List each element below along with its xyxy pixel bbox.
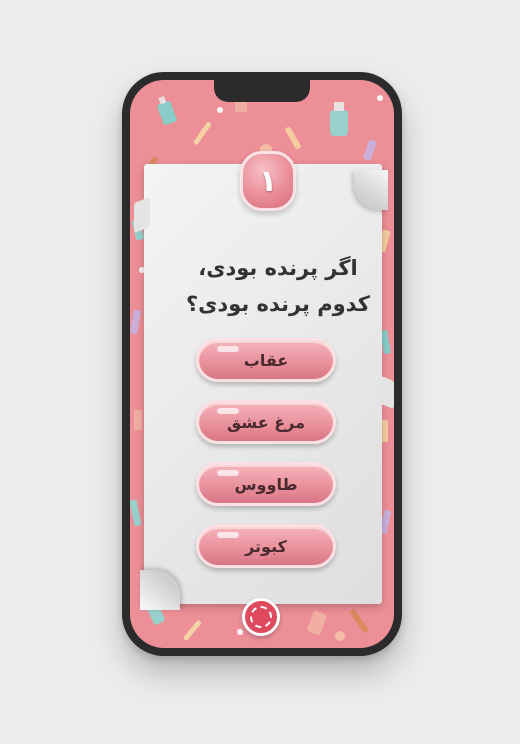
- stage: ۱ اگر پرنده بودی، کدوم پرنده بودی؟ عقاب …: [0, 0, 520, 744]
- card-curl-bottom-left: [140, 570, 180, 610]
- card-tab-right: [378, 375, 394, 409]
- answer-label: عقاب: [243, 350, 289, 370]
- button-shine: [217, 470, 239, 476]
- answer-label: طاووس: [234, 474, 298, 494]
- button-shine: [217, 346, 239, 352]
- answer-button-pigeon[interactable]: کبوتر: [196, 524, 336, 568]
- answer-label: مرغ عشق: [227, 412, 305, 432]
- question-text: اگر پرنده بودی، کدوم پرنده بودی؟: [170, 250, 386, 322]
- phone-frame: ۱ اگر پرنده بودی، کدوم پرنده بودی؟ عقاب …: [122, 72, 402, 656]
- card-tab-left: [134, 197, 150, 233]
- app-screen: ۱ اگر پرنده بودی، کدوم پرنده بودی؟ عقاب …: [130, 80, 394, 648]
- question-number-badge: ۱: [240, 151, 296, 211]
- question-line-2: کدوم پرنده بودی؟: [185, 292, 371, 316]
- phone-notch: [214, 80, 310, 102]
- question-number: ۱: [258, 163, 278, 199]
- brand-logo-mark: [250, 606, 272, 628]
- button-shine: [217, 408, 239, 414]
- brand-logo-icon: [242, 598, 280, 636]
- card-curl-top-right: [354, 170, 388, 210]
- question-line-1: اگر پرنده بودی،: [198, 256, 358, 280]
- answer-button-lovebird[interactable]: مرغ عشق: [196, 400, 336, 444]
- answer-button-peacock[interactable]: طاووس: [196, 462, 336, 506]
- button-shine: [217, 532, 239, 538]
- answer-button-eagle[interactable]: عقاب: [196, 338, 336, 382]
- answer-label: کبوتر: [245, 536, 287, 556]
